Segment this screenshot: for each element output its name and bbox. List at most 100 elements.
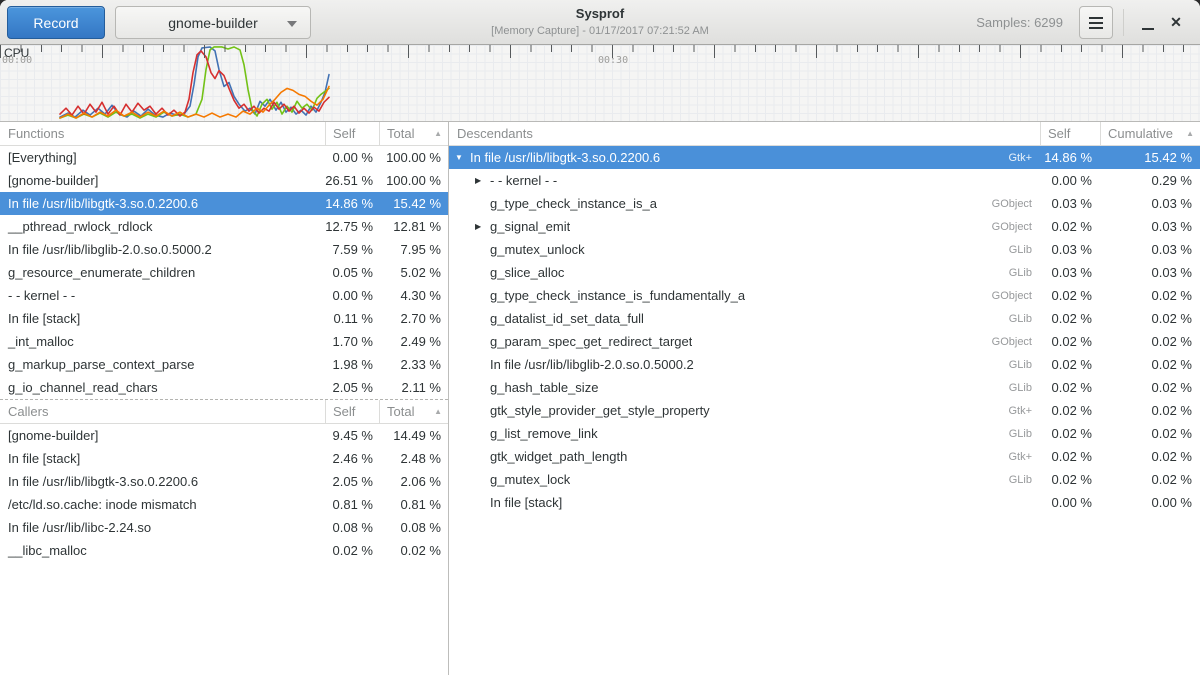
function-name: In file /usr/lib/libc-2.24.so xyxy=(0,520,325,535)
tree-row[interactable]: ▼In file /usr/lib/libgtk-3.so.0.2200.6Gt… xyxy=(449,146,1200,169)
tree-row[interactable]: gtk_style_provider_get_style_propertyGtk… xyxy=(449,399,1200,422)
self-percent: 0.02 % xyxy=(1040,219,1100,234)
category-badge: GLib xyxy=(1009,474,1040,486)
tree-row[interactable]: g_mutex_lockGLib0.02 %0.02 % xyxy=(449,468,1200,491)
tree-row[interactable]: ▶g_signal_emitGObject0.02 %0.03 % xyxy=(449,215,1200,238)
function-name: g_datalist_id_set_data_full xyxy=(490,311,644,326)
header-separator xyxy=(1123,9,1124,36)
self-percent: 0.02 % xyxy=(1040,334,1100,349)
self-column-header[interactable]: Self xyxy=(325,400,379,423)
table-row[interactable]: - - kernel - -0.00 %4.30 % xyxy=(0,284,448,307)
target-dropdown[interactable]: gnome-builder xyxy=(115,6,311,39)
table-row[interactable]: [gnome-builder]26.51 %100.00 % xyxy=(0,169,448,192)
category-badge: GObject xyxy=(992,336,1040,348)
table-row[interactable]: [Everything]0.00 %100.00 % xyxy=(0,146,448,169)
tree-row[interactable]: g_hash_table_sizeGLib0.02 %0.02 % xyxy=(449,376,1200,399)
functions-column-header[interactable]: Functions xyxy=(0,126,325,141)
function-name: - - kernel - - xyxy=(490,173,557,188)
self-column-header[interactable]: Self xyxy=(1040,122,1100,145)
function-name: g_slice_alloc xyxy=(490,265,564,280)
self-percent: 0.03 % xyxy=(1040,196,1100,211)
self-percent: 0.00 % xyxy=(1040,495,1100,510)
table-row[interactable]: In file [stack]0.11 %2.70 % xyxy=(0,307,448,330)
samples-count: Samples: 6299 xyxy=(976,15,1063,30)
expander-closed-icon[interactable]: ▶ xyxy=(475,222,490,231)
table-row[interactable]: _int_malloc1.70 %2.49 % xyxy=(0,330,448,353)
function-name: __libc_malloc xyxy=(0,543,325,558)
total-percent: 100.00 % xyxy=(379,150,448,165)
self-column-header[interactable]: Self xyxy=(325,122,379,145)
total-percent: 7.95 % xyxy=(379,242,448,257)
category-badge: GObject xyxy=(992,221,1040,233)
cumulative-column-label: Cumulative xyxy=(1108,126,1173,141)
table-row[interactable]: g_markup_parse_context_parse1.98 %2.33 % xyxy=(0,353,448,376)
cumulative-percent: 0.00 % xyxy=(1100,495,1200,510)
tree-row[interactable]: g_type_check_instance_is_aGObject0.03 %0… xyxy=(449,192,1200,215)
self-percent: 0.02 % xyxy=(1040,449,1100,464)
header-right: Samples: 6299 ✕ xyxy=(976,0,1190,45)
table-row[interactable]: [gnome-builder]9.45 %14.49 % xyxy=(0,424,448,447)
table-row[interactable]: __pthread_rwlock_rdlock12.75 %12.81 % xyxy=(0,215,448,238)
minimize-button[interactable] xyxy=(1134,6,1162,39)
table-row[interactable]: g_io_channel_read_chars2.05 %2.11 % xyxy=(0,376,448,399)
self-percent: 2.05 % xyxy=(325,474,379,489)
time-label-mid: 00:30 xyxy=(598,55,628,66)
cpu-graph[interactable]: CPU 00:00 00:30 xyxy=(0,45,1200,122)
tree-row[interactable]: g_list_remove_linkGLib0.02 %0.02 % xyxy=(449,422,1200,445)
left-pane: Functions Self Total ▲ [Everything]0.00 … xyxy=(0,122,449,675)
descendants-column-header[interactable]: Descendants xyxy=(449,126,1040,141)
self-percent: 0.02 % xyxy=(1040,288,1100,303)
total-column-header[interactable]: Total ▲ xyxy=(379,122,448,145)
sort-ascending-icon: ▲ xyxy=(434,129,442,138)
menu-button[interactable] xyxy=(1079,6,1113,39)
total-column-label: Total xyxy=(387,126,414,141)
tree-row[interactable]: In file /usr/lib/libglib-2.0.so.0.5000.2… xyxy=(449,353,1200,376)
category-badge: GLib xyxy=(1009,428,1040,440)
self-percent: 0.03 % xyxy=(1040,265,1100,280)
table-row[interactable]: In file /usr/lib/libgtk-3.so.0.2200.614.… xyxy=(0,192,448,215)
category-badge: GObject xyxy=(992,198,1040,210)
tree-row[interactable]: g_slice_allocGLib0.03 %0.03 % xyxy=(449,261,1200,284)
function-name: In file /usr/lib/libgtk-3.so.0.2200.6 xyxy=(0,196,325,211)
total-percent: 100.00 % xyxy=(379,173,448,188)
callers-column-header[interactable]: Callers xyxy=(0,404,325,419)
expander-closed-icon[interactable]: ▶ xyxy=(475,176,490,185)
total-column-header[interactable]: Total ▲ xyxy=(379,400,448,423)
total-percent: 2.48 % xyxy=(379,451,448,466)
tree-row[interactable]: g_type_check_instance_is_fundamentally_a… xyxy=(449,284,1200,307)
record-button[interactable]: Record xyxy=(7,6,105,39)
total-column-label: Total xyxy=(387,404,414,419)
cumulative-percent: 0.29 % xyxy=(1100,173,1200,188)
tree-row[interactable]: In file [stack]0.00 %0.00 % xyxy=(449,491,1200,514)
table-row[interactable]: g_resource_enumerate_children0.05 %5.02 … xyxy=(0,261,448,284)
tree-row[interactable]: g_datalist_id_set_data_fullGLib0.02 %0.0… xyxy=(449,307,1200,330)
table-row[interactable]: /etc/ld.so.cache: inode mismatch0.81 %0.… xyxy=(0,493,448,516)
self-percent: 0.11 % xyxy=(325,311,379,326)
category-badge: Gtk+ xyxy=(1008,405,1040,417)
table-row[interactable]: In file /usr/lib/libc-2.24.so0.08 %0.08 … xyxy=(0,516,448,539)
total-percent: 2.33 % xyxy=(379,357,448,372)
tree-row[interactable]: g_param_spec_get_redirect_targetGObject0… xyxy=(449,330,1200,353)
self-percent: 12.75 % xyxy=(325,219,379,234)
cumulative-percent: 0.02 % xyxy=(1100,472,1200,487)
table-row[interactable]: In file /usr/lib/libglib-2.0.so.0.5000.2… xyxy=(0,238,448,261)
function-name: In file /usr/lib/libgtk-3.so.0.2200.6 xyxy=(0,474,325,489)
category-badge: Gtk+ xyxy=(1008,152,1040,164)
expander-open-icon[interactable]: ▼ xyxy=(455,153,470,162)
tree-row[interactable]: gtk_widget_path_lengthGtk+0.02 %0.02 % xyxy=(449,445,1200,468)
tree-row[interactable]: ▶- - kernel - -0.00 %0.29 % xyxy=(449,169,1200,192)
cumulative-column-header[interactable]: Cumulative ▲ xyxy=(1100,122,1200,145)
table-row[interactable]: In file /usr/lib/libgtk-3.so.0.2200.62.0… xyxy=(0,470,448,493)
self-percent: 14.86 % xyxy=(1040,150,1100,165)
tree-row[interactable]: g_mutex_unlockGLib0.03 %0.03 % xyxy=(449,238,1200,261)
callers-table-body: [gnome-builder]9.45 %14.49 %In file [sta… xyxy=(0,424,448,562)
function-name: In file /usr/lib/libglib-2.0.so.0.5000.2 xyxy=(0,242,325,257)
cumulative-percent: 0.02 % xyxy=(1100,449,1200,464)
cumulative-percent: 0.02 % xyxy=(1100,426,1200,441)
time-label-start: 00:00 xyxy=(2,55,32,66)
table-row[interactable]: In file [stack]2.46 %2.48 % xyxy=(0,447,448,470)
title-block: Sysprof [Memory Capture] - 01/17/2017 07… xyxy=(320,6,880,37)
close-button[interactable]: ✕ xyxy=(1162,6,1190,39)
table-row[interactable]: __libc_malloc0.02 %0.02 % xyxy=(0,539,448,562)
cumulative-percent: 0.02 % xyxy=(1100,380,1200,395)
